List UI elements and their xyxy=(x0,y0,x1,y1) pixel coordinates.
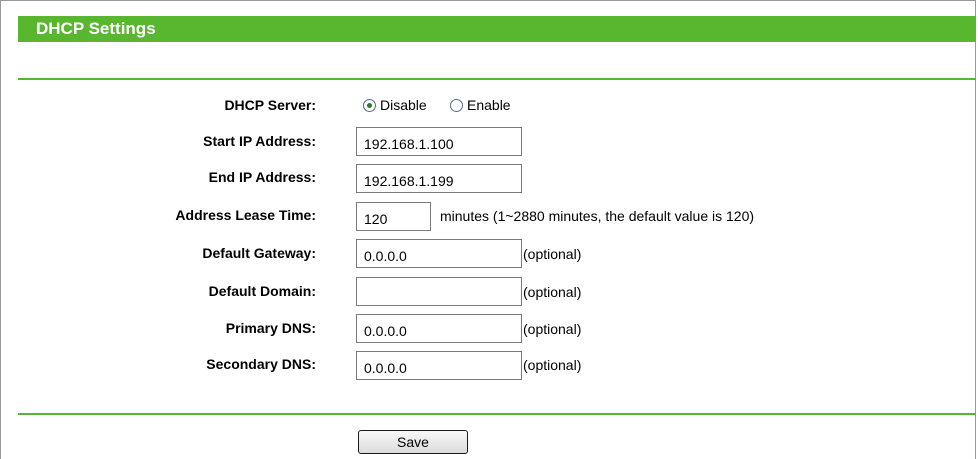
lease-time-note: minutes (1~2880 minutes, the default val… xyxy=(440,208,755,224)
gateway-label: Default Gateway: xyxy=(202,245,316,261)
primary-dns-label: Primary DNS: xyxy=(225,320,316,336)
bottom-divider xyxy=(18,413,976,415)
gateway-input[interactable] xyxy=(356,239,522,268)
start-ip-input[interactable] xyxy=(356,127,522,156)
end-ip-label: End IP Address: xyxy=(208,169,316,185)
domain-input[interactable] xyxy=(356,277,522,306)
domain-note: (optional) xyxy=(523,284,582,300)
domain-label: Default Domain: xyxy=(208,283,316,299)
end-ip-input[interactable] xyxy=(356,164,522,193)
top-divider xyxy=(18,78,976,80)
title-bar: DHCP Settings xyxy=(18,16,976,42)
lease-time-input[interactable] xyxy=(356,202,431,231)
radio-checked-icon[interactable] xyxy=(363,98,376,112)
page-frame xyxy=(0,0,976,459)
lease-time-label: Address Lease Time: xyxy=(175,207,316,223)
save-button[interactable]: Save xyxy=(358,430,468,454)
secondary-dns-note: (optional) xyxy=(523,357,582,373)
secondary-dns-label: Secondary DNS: xyxy=(206,356,316,372)
dhcp-disable-radio[interactable]: Disable xyxy=(363,97,427,113)
page-title: DHCP Settings xyxy=(36,19,156,38)
dhcp-server-label: DHCP Server: xyxy=(224,97,316,113)
primary-dns-note: (optional) xyxy=(523,321,582,337)
radio-unchecked-icon[interactable] xyxy=(450,98,463,112)
secondary-dns-input[interactable] xyxy=(356,351,522,380)
dhcp-disable-label: Disable xyxy=(380,97,427,113)
gateway-note: (optional) xyxy=(523,246,582,262)
dhcp-enable-radio[interactable]: Enable xyxy=(450,97,511,113)
primary-dns-input[interactable] xyxy=(356,314,522,343)
start-ip-label: Start IP Address: xyxy=(203,133,316,149)
dhcp-enable-label: Enable xyxy=(467,97,511,113)
